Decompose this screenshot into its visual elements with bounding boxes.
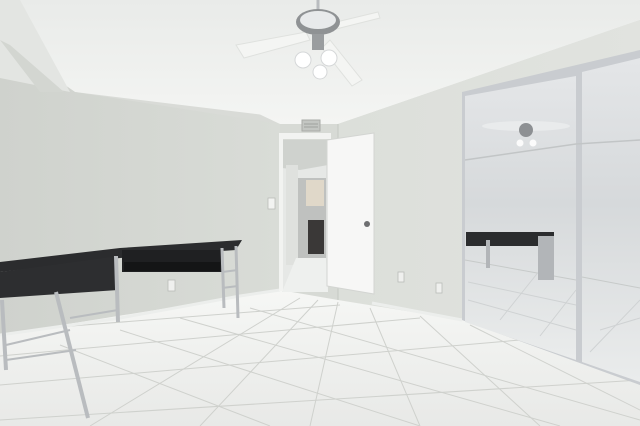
room-illustration — [0, 0, 640, 426]
mirror-panel-left[interactable] — [465, 76, 576, 360]
wall-outlet — [435, 282, 443, 294]
mirror-panel-right[interactable] — [582, 58, 640, 382]
wall-outlet — [397, 271, 405, 283]
wall-outlet — [167, 279, 176, 292]
air-vent — [301, 119, 321, 132]
hallway-opening — [282, 140, 328, 292]
door-knob[interactable] — [364, 221, 370, 227]
open-door[interactable] — [326, 132, 375, 295]
light-switch[interactable] — [267, 197, 276, 210]
room-photo — [0, 0, 640, 426]
